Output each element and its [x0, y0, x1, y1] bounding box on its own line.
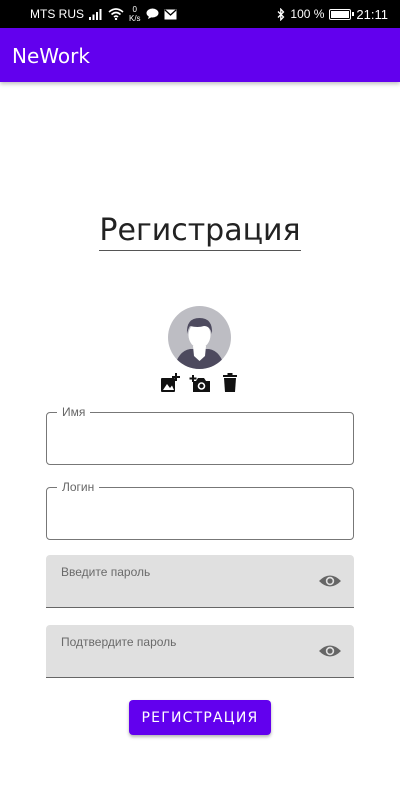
pick-image-button[interactable] [159, 372, 181, 394]
status-bar: MTS RUS 0 K/s 100 % 21:11 [0, 0, 400, 28]
password-visibility-toggle[interactable] [318, 569, 342, 593]
eye-icon [319, 645, 341, 657]
add-image-icon [161, 373, 180, 392]
eye-icon [319, 575, 341, 587]
camera-add-icon [189, 375, 210, 392]
avatar-actions [159, 372, 241, 394]
bluetooth-icon [277, 7, 285, 21]
status-bar-left: MTS RUS 0 K/s [30, 0, 177, 28]
confirm-password-visibility-toggle[interactable] [318, 639, 342, 663]
password-field[interactable]: Введите пароль [46, 555, 354, 608]
name-field[interactable]: Имя [46, 405, 354, 465]
remove-avatar-button[interactable] [219, 372, 241, 394]
avatar-person-icon [174, 318, 225, 369]
battery-level [331, 10, 350, 18]
network-speed-unit: K/s [129, 14, 141, 23]
wifi-icon [108, 8, 124, 20]
battery-icon [329, 8, 355, 20]
name-input[interactable] [47, 413, 353, 464]
signal-icon [89, 9, 102, 20]
register-button[interactable]: РЕГИСТРАЦИЯ [129, 700, 271, 735]
page-title: Регистрация [99, 213, 301, 251]
network-speed: 0 K/s [129, 5, 141, 23]
password-input[interactable] [46, 573, 306, 607]
battery-percent: 100 % [290, 7, 325, 21]
login-input[interactable] [47, 488, 353, 539]
app-bar: NeWork [0, 28, 400, 82]
avatar[interactable] [168, 306, 231, 369]
page-heading: Регистрация [0, 213, 400, 251]
status-bar-right: 100 % 21:11 [277, 0, 388, 28]
clock: 21:11 [356, 6, 388, 22]
app-title: NeWork [12, 44, 90, 68]
network-speed-value: 0 [132, 5, 137, 14]
take-photo-button[interactable] [189, 372, 211, 394]
confirm-password-field[interactable]: Подтвердите пароль [46, 625, 354, 678]
mail-icon [164, 9, 177, 19]
login-field[interactable]: Логин [46, 480, 354, 540]
chat-bubble-icon [146, 8, 159, 19]
carrier-name: MTS RUS [30, 7, 84, 21]
confirm-password-input[interactable] [46, 643, 306, 677]
delete-icon [223, 373, 237, 392]
